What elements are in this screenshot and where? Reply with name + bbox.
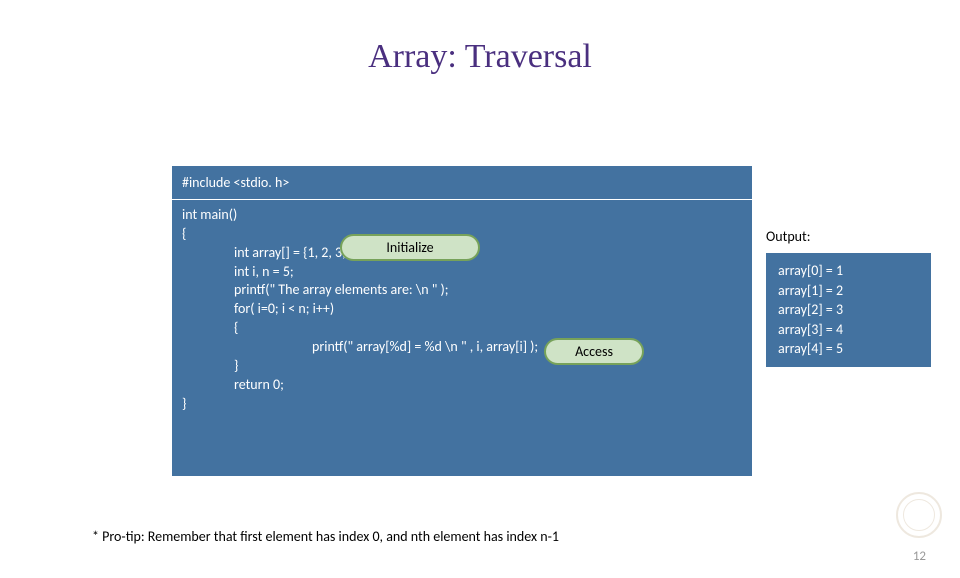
code-printf-body: printf(" array[%d] = %d \n " , i, array[… <box>182 338 742 357</box>
code-brace-close: } <box>182 395 742 414</box>
output-line: array[4] = 5 <box>778 339 919 359</box>
code-printf-header: printf(" The array elements are: \n " ); <box>182 281 742 300</box>
code-for-close: } <box>182 357 742 376</box>
code-main-sig: int main() <box>182 206 742 225</box>
code-block: #include <stdio. h> int main() { int arr… <box>172 166 752 476</box>
slide-title: Array: Traversal <box>0 38 960 76</box>
code-divider <box>172 199 752 200</box>
output-label: Output: <box>766 228 931 245</box>
code-include: #include <stdio. h> <box>182 174 742 193</box>
code-for: for( i=0; i < n; i++) <box>182 300 742 319</box>
code-return: return 0; <box>182 376 742 395</box>
output-line: array[2] = 3 <box>778 300 919 320</box>
output-lines: array[0] = 1 array[1] = 2 array[2] = 3 a… <box>766 253 931 367</box>
output-line: array[0] = 1 <box>778 261 919 281</box>
protip-text: * Pro-tip: Remember that first element h… <box>92 528 559 545</box>
callout-initialize: Initialize <box>340 234 480 261</box>
logo-watermark <box>896 492 942 538</box>
slide-number: 12 <box>913 549 926 564</box>
output-panel: Output: array[0] = 1 array[1] = 2 array[… <box>766 228 931 367</box>
callout-access: Access <box>544 338 644 365</box>
code-for-open: { <box>182 319 742 338</box>
output-line: array[1] = 2 <box>778 281 919 301</box>
output-line: array[3] = 4 <box>778 320 919 340</box>
code-vars: int i, n = 5; <box>182 263 742 282</box>
